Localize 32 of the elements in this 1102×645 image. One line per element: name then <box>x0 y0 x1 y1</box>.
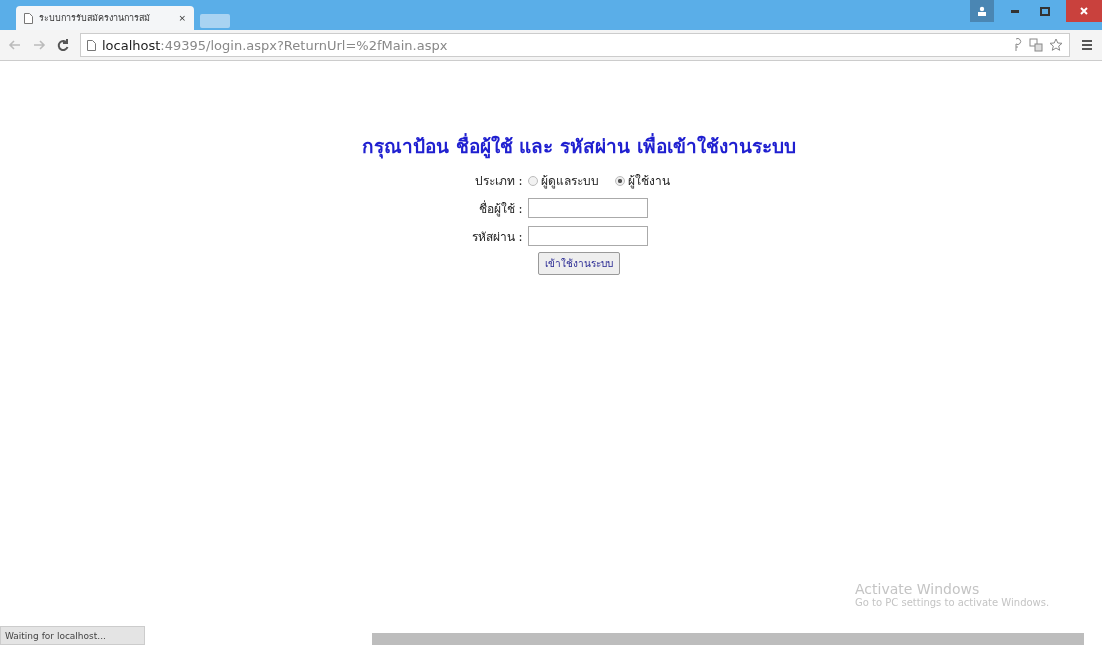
login-button[interactable]: เข้าใช้งานระบบ <box>538 252 620 275</box>
input-field[interactable] <box>528 226 649 246</box>
address-bar[interactable]: localhost:49395/login.aspx?ReturnUrl=%2fMain.aspx <box>80 33 1070 57</box>
login-heading: กรุณาป้อน ชื่อผู้ใช้ และ รหัสผ่าน เพื่อเข้าใช้งานระบบ <box>362 132 796 161</box>
close-icon <box>1080 7 1088 15</box>
browser-tab[interactable]: ระบบการรับสมัครงานการสมั × <box>16 6 194 30</box>
restore-icon <box>1040 6 1050 16</box>
field-label: ประเภท : <box>473 173 523 190</box>
close-button[interactable] <box>1066 0 1102 22</box>
field-label: ชื่อผู้ใช้ : <box>477 199 523 218</box>
forward-icon[interactable] <box>32 38 46 52</box>
back-icon[interactable] <box>8 38 22 52</box>
field-label: รหัสผ่าน : <box>471 228 523 246</box>
activation-title: Activate Windows <box>855 581 981 597</box>
status-bar: Waiting for localhost... <box>0 626 145 645</box>
page-icon <box>87 39 96 51</box>
reload-icon[interactable] <box>56 38 70 52</box>
user-type-radio[interactable]: ผู้ดูแลระบบ <box>528 171 600 190</box>
input-field[interactable] <box>528 198 649 218</box>
tab-title: ระบบการรับสมัครงานการสมั <box>39 12 151 25</box>
profile-button[interactable] <box>970 0 994 22</box>
minimize-icon <box>1011 9 1019 13</box>
tab-close-button[interactable]: × <box>178 13 186 23</box>
activation-message: Go to PC settings to activate Windows. <box>855 597 1050 608</box>
horizontal-scrollbar[interactable] <box>372 633 1084 645</box>
page-icon <box>24 12 33 24</box>
user-type-radio[interactable]: ผู้ใช้งาน <box>615 171 671 190</box>
url-text: localhost:49395/login.aspx?ReturnUrl=%2fMain.aspx <box>102 37 448 53</box>
translate-icon[interactable] <box>1029 38 1043 52</box>
menu-icon[interactable] <box>1080 38 1094 52</box>
person-icon <box>977 6 987 16</box>
star-icon[interactable] <box>1049 38 1063 52</box>
